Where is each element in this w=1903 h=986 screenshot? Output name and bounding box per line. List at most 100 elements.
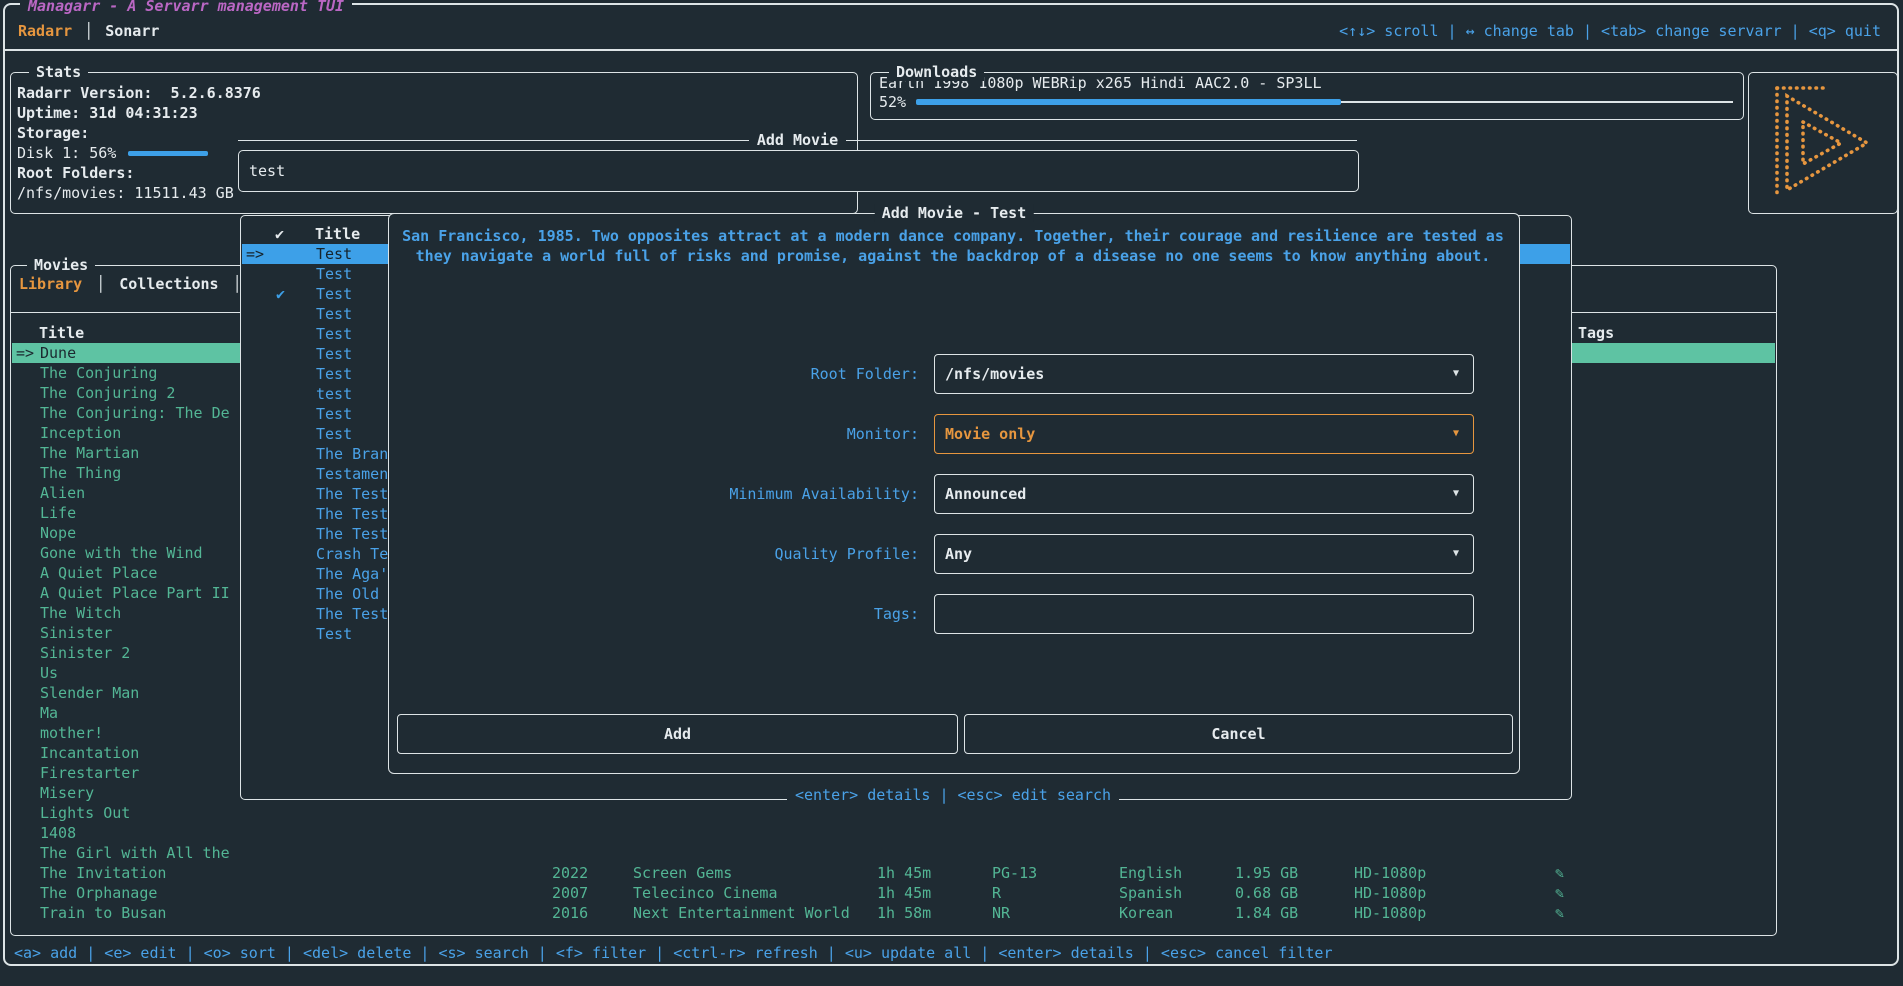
movie-title: Sinister — [40, 623, 112, 643]
field-dropdown[interactable]: Movie only▼ — [934, 414, 1474, 454]
result-title: Test — [316, 244, 352, 264]
field-dropdown[interactable]: /nfs/movies▼ — [934, 354, 1474, 394]
movie-title: Dune — [40, 343, 76, 363]
managarr-screen: Managarr - A Servarr management TUI Rada… — [0, 0, 1903, 986]
app-title: Managarr - A Servarr management TUI — [20, 0, 352, 15]
movie-size: 1.84 GB — [1235, 903, 1298, 923]
result-title: Test — [316, 364, 352, 384]
movie-size: 0.68 GB — [1235, 883, 1298, 903]
movie-row[interactable]: The Invitation2022Screen Gems1h 45mPG-13… — [12, 863, 1775, 883]
result-title: The Aga' — [316, 564, 388, 584]
movie-rating: NR — [992, 903, 1010, 923]
edit-pencil-icon[interactable]: ✎ — [1555, 903, 1564, 923]
edit-pencil-icon[interactable]: ✎ — [1555, 883, 1564, 903]
movie-language: Korean — [1119, 903, 1173, 923]
field-dropdown[interactable]: Any▼ — [934, 534, 1474, 574]
movie-language: English — [1119, 863, 1182, 883]
cancel-button[interactable]: Cancel — [964, 714, 1513, 754]
field-label: Monitor: — [389, 414, 919, 454]
movie-row[interactable]: 1408 — [12, 823, 1775, 843]
form-row-minimum-availability: Minimum Availability: Announced▼ — [389, 474, 1519, 514]
movies-tags-column-header: Tags — [1578, 323, 1614, 343]
result-title: Test — [316, 404, 352, 424]
add-movie-search-title-row: Add Movie — [238, 132, 1357, 148]
movie-size: 1.95 GB — [1235, 863, 1298, 883]
movie-row[interactable]: The Girl with All the — [12, 843, 1775, 863]
field-dropdown[interactable]: Announced▼ — [934, 474, 1474, 514]
managarr-logo-icon — [1763, 82, 1883, 204]
servarr-tabs: Radarr │ Sonarr — [18, 22, 159, 40]
selected-row-arrow: => — [246, 244, 264, 264]
movie-title: Slender Man — [40, 683, 139, 703]
modal-keybind-hint: <enter> details | <esc> edit search — [388, 786, 1518, 804]
downloads-panel-title: Downloads — [889, 63, 984, 81]
movie-year: 2007 — [552, 883, 588, 903]
header-divider — [5, 49, 1897, 51]
movie-row[interactable]: Train to Busan2016Next Entertainment Wor… — [12, 903, 1775, 923]
movie-rating: PG-13 — [992, 863, 1037, 883]
result-title: Test — [316, 624, 352, 644]
result-title: Test — [316, 424, 352, 444]
tab-radarr[interactable]: Radarr — [18, 22, 72, 40]
movie-title: Ma — [40, 703, 58, 723]
movie-title: The Invitation — [40, 863, 166, 883]
movies-tabs: Library │ Collections │ — [19, 274, 242, 294]
chevron-down-icon: ▼ — [1453, 535, 1459, 573]
logo-panel — [1748, 72, 1898, 214]
tab-collections[interactable]: Collections — [119, 275, 218, 293]
add-movie-search-title: Add Movie — [757, 131, 838, 149]
movie-row[interactable]: Lights Out — [12, 803, 1775, 823]
result-title: The Old — [316, 584, 379, 604]
field-label: Quality Profile: — [389, 534, 919, 574]
form-row-root-folder: Root Folder:/nfs/movies▼ — [389, 354, 1519, 394]
result-title: Test — [316, 304, 352, 324]
download-item-name: Earth 1998 1080p WEBRip x265 Hindi AAC2.… — [871, 73, 1743, 93]
movie-title: Train to Busan — [40, 903, 166, 923]
movie-studio: Telecinco Cinema — [633, 883, 778, 903]
stats-panel-title: Stats — [29, 63, 88, 81]
movies-panel-title: Movies — [27, 256, 95, 274]
result-title: The Test — [316, 484, 388, 504]
movie-runtime: 1h 58m — [877, 903, 931, 923]
results-title-column-header: Title — [315, 224, 360, 244]
form-row-monitor: Monitor: Movie only▼ — [389, 414, 1519, 454]
selected-row-arrow: => — [16, 343, 34, 363]
edit-pencil-icon[interactable]: ✎ — [1555, 863, 1564, 883]
field-input[interactable] — [934, 594, 1474, 634]
check-column-header-icon: ✔ — [275, 224, 284, 244]
tab-sonarr[interactable]: Sonarr — [105, 22, 159, 40]
movie-rating: R — [992, 883, 1001, 903]
movie-quality: HD-1080p — [1354, 903, 1426, 923]
download-percent: 52% — [879, 93, 906, 111]
movie-language: Spanish — [1119, 883, 1182, 903]
result-title: Testamen — [316, 464, 388, 484]
field-label: Tags: — [389, 594, 919, 634]
add-movie-search-input[interactable]: test — [238, 150, 1359, 192]
movie-title: 1408 — [40, 823, 76, 843]
form-row-tags: Tags: — [389, 594, 1519, 634]
movie-runtime: 1h 45m — [877, 883, 931, 903]
tab-library[interactable]: Library — [19, 275, 82, 293]
movie-row[interactable]: The Orphanage2007Telecinco Cinema1h 45mR… — [12, 883, 1775, 903]
movie-title: The Girl with All the — [40, 843, 230, 863]
movie-title: Gone with the Wind — [40, 543, 203, 563]
result-title: The Bran — [316, 444, 388, 464]
movie-title: Alien — [40, 483, 85, 503]
add-button[interactable]: Add — [397, 714, 958, 754]
uptime: Uptime: 31d 04:31:23 — [11, 103, 857, 123]
movie-title: The Thing — [40, 463, 121, 483]
movie-runtime: 1h 45m — [877, 863, 931, 883]
search-query-text: test — [239, 162, 285, 180]
movie-title: The Conjuring: The De — [40, 403, 230, 423]
movie-title: Inception — [40, 423, 121, 443]
disk-usage-bar — [128, 151, 208, 156]
form-row-quality-profile: Quality Profile: Any▼ — [389, 534, 1519, 574]
field-label: Minimum Availability: — [389, 474, 919, 514]
tab-separator: │ — [96, 275, 105, 293]
movie-title: Us — [40, 663, 58, 683]
movie-title: Sinister 2 — [40, 643, 130, 663]
movie-year: 2022 — [552, 863, 588, 883]
top-keybind-help: <↑↓> scroll | ↔ change tab | <tab> chang… — [1339, 22, 1881, 40]
movie-description: San Francisco, 1985. Two opposites attra… — [397, 226, 1509, 266]
result-title: The Test — [316, 524, 388, 544]
